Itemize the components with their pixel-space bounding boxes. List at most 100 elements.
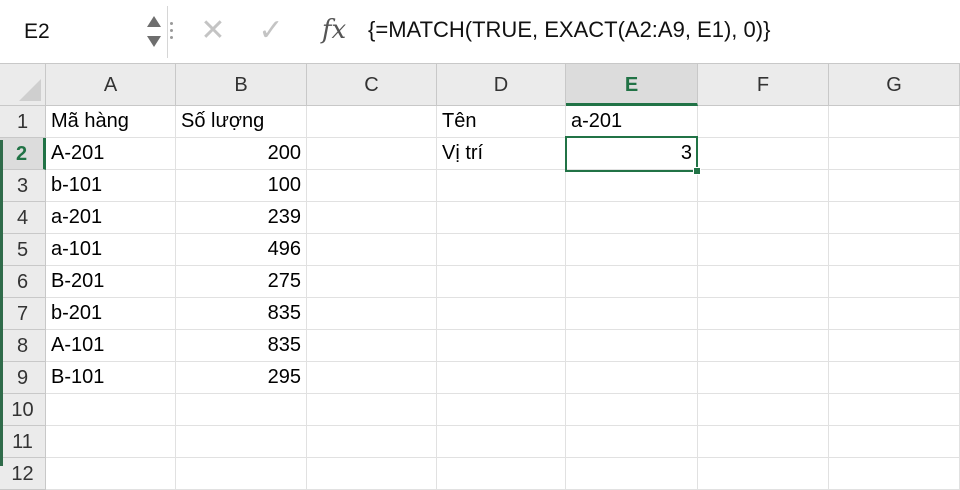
cell-g3[interactable]: [829, 170, 960, 202]
cell-d5[interactable]: [437, 234, 566, 266]
cell-c12[interactable]: [307, 458, 437, 490]
row-header-7[interactable]: 7: [0, 298, 46, 330]
cell-f1[interactable]: [698, 106, 829, 138]
cell-g2[interactable]: [829, 138, 960, 170]
cell-c1[interactable]: [307, 106, 437, 138]
cell-f9[interactable]: [698, 362, 829, 394]
cell-e11[interactable]: [566, 426, 698, 458]
cell-f12[interactable]: [698, 458, 829, 490]
cell-f6[interactable]: [698, 266, 829, 298]
chevron-up-icon[interactable]: [147, 16, 161, 27]
cell-g11[interactable]: [829, 426, 960, 458]
cell-c10[interactable]: [307, 394, 437, 426]
cell-a8[interactable]: A-101: [46, 330, 176, 362]
cell-b2[interactable]: 200: [176, 138, 307, 170]
cell-a11[interactable]: [46, 426, 176, 458]
chevron-down-icon[interactable]: [147, 36, 161, 47]
row-header-3[interactable]: 3: [0, 170, 46, 202]
cell-f8[interactable]: [698, 330, 829, 362]
cell-a3[interactable]: b-101: [46, 170, 176, 202]
cell-a1[interactable]: Mã hàng: [46, 106, 176, 138]
row-header-2[interactable]: 2: [0, 138, 46, 170]
cell-c8[interactable]: [307, 330, 437, 362]
cell-a7[interactable]: b-201: [46, 298, 176, 330]
cell-g7[interactable]: [829, 298, 960, 330]
cell-d2[interactable]: Vị trí: [437, 138, 566, 170]
cell-f3[interactable]: [698, 170, 829, 202]
cell-d9[interactable]: [437, 362, 566, 394]
cell-e5[interactable]: [566, 234, 698, 266]
fill-handle[interactable]: [693, 167, 701, 175]
cell-c4[interactable]: [307, 202, 437, 234]
column-header-d[interactable]: D: [437, 64, 566, 106]
cell-a10[interactable]: [46, 394, 176, 426]
cell-d11[interactable]: [437, 426, 566, 458]
cell-e4[interactable]: [566, 202, 698, 234]
cell-f11[interactable]: [698, 426, 829, 458]
cell-g6[interactable]: [829, 266, 960, 298]
cell-a5[interactable]: a-101: [46, 234, 176, 266]
row-header-4[interactable]: 4: [0, 202, 46, 234]
cell-e1[interactable]: a-201: [566, 106, 698, 138]
cell-d8[interactable]: [437, 330, 566, 362]
cell-b6[interactable]: 275: [176, 266, 307, 298]
name-box-value[interactable]: E2: [24, 20, 50, 44]
cell-e3[interactable]: [566, 170, 698, 202]
cell-c5[interactable]: [307, 234, 437, 266]
cell-g5[interactable]: [829, 234, 960, 266]
cell-c3[interactable]: [307, 170, 437, 202]
cell-c7[interactable]: [307, 298, 437, 330]
cell-g8[interactable]: [829, 330, 960, 362]
cell-a6[interactable]: B-201: [46, 266, 176, 298]
cell-g10[interactable]: [829, 394, 960, 426]
cell-b5[interactable]: 496: [176, 234, 307, 266]
cell-f2[interactable]: [698, 138, 829, 170]
cell-g1[interactable]: [829, 106, 960, 138]
cell-d1[interactable]: Tên: [437, 106, 566, 138]
cell-a4[interactable]: a-201: [46, 202, 176, 234]
cell-f5[interactable]: [698, 234, 829, 266]
cell-g4[interactable]: [829, 202, 960, 234]
row-header-1[interactable]: 1: [0, 106, 46, 138]
column-header-a[interactable]: A: [46, 64, 176, 106]
cell-d10[interactable]: [437, 394, 566, 426]
column-header-g[interactable]: G: [829, 64, 960, 106]
row-header-8[interactable]: 8: [0, 330, 46, 362]
cell-b3[interactable]: 100: [176, 170, 307, 202]
cell-c11[interactable]: [307, 426, 437, 458]
row-header-6[interactable]: 6: [0, 266, 46, 298]
cell-e8[interactable]: [566, 330, 698, 362]
cell-d6[interactable]: [437, 266, 566, 298]
close-icon[interactable]: ✕: [196, 14, 230, 48]
row-header-10[interactable]: 10: [0, 394, 46, 426]
name-box[interactable]: E2: [6, 6, 168, 58]
cell-a9[interactable]: B-101: [46, 362, 176, 394]
cell-b11[interactable]: [176, 426, 307, 458]
cell-d7[interactable]: [437, 298, 566, 330]
cell-f4[interactable]: [698, 202, 829, 234]
cell-f7[interactable]: [698, 298, 829, 330]
cell-c2[interactable]: [307, 138, 437, 170]
column-header-c[interactable]: C: [307, 64, 437, 106]
cell-e9[interactable]: [566, 362, 698, 394]
cell-e10[interactable]: [566, 394, 698, 426]
name-box-dropdown[interactable]: [146, 14, 164, 50]
cell-a2[interactable]: A-201: [46, 138, 176, 170]
cell-b8[interactable]: 835: [176, 330, 307, 362]
cell-a12[interactable]: [46, 458, 176, 490]
cell-b9[interactable]: 295: [176, 362, 307, 394]
column-header-b[interactable]: B: [176, 64, 307, 106]
cell-e6[interactable]: [566, 266, 698, 298]
cell-b1[interactable]: Số lượng: [176, 106, 307, 138]
cell-d3[interactable]: [437, 170, 566, 202]
cell-b10[interactable]: [176, 394, 307, 426]
row-header-11[interactable]: 11: [0, 426, 46, 458]
insert-function-button[interactable]: fx: [312, 10, 356, 50]
row-header-9[interactable]: 9: [0, 362, 46, 394]
select-all-button[interactable]: [0, 64, 46, 106]
cell-b12[interactable]: [176, 458, 307, 490]
cell-c6[interactable]: [307, 266, 437, 298]
cell-c9[interactable]: [307, 362, 437, 394]
formula-input[interactable]: {=MATCH(TRUE, EXACT(A2:A9, E1), 0)}: [368, 17, 770, 43]
cell-b7[interactable]: 835: [176, 298, 307, 330]
